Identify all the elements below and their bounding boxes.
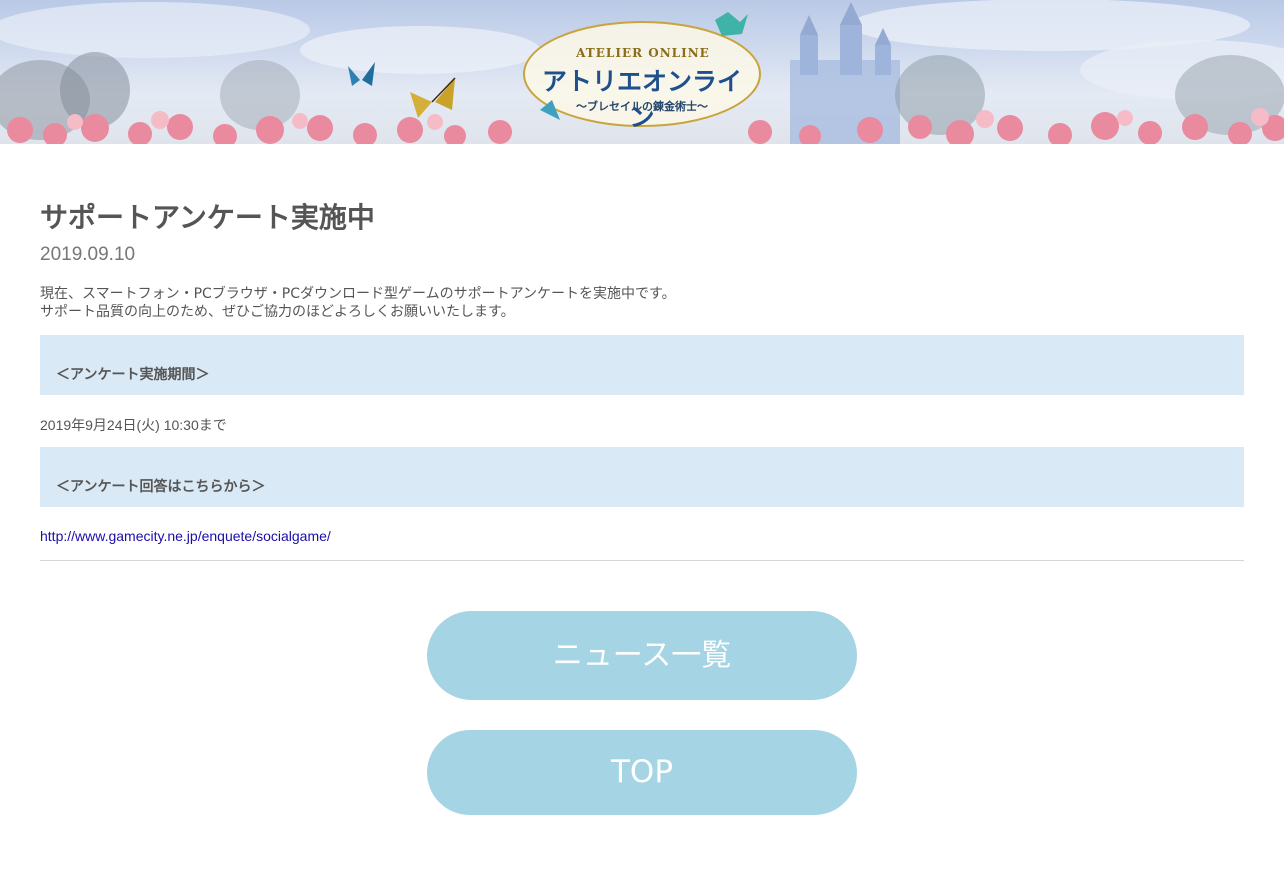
period-heading-box: ＜アンケート実施期間＞ — [40, 335, 1244, 395]
top-button[interactable]: TOP — [427, 730, 857, 815]
enquete-link[interactable]: http://www.gamecity.ne.jp/enquete/social… — [40, 528, 331, 544]
article-intro: 現在、スマートフォン・PCブラウザ・PCダウンロード型ゲームのサポートアンケート… — [40, 285, 676, 321]
page-title: サポートアンケート実施中 — [40, 201, 375, 234]
logo-subtitle: ～ブレセイルの錬金術士～ — [576, 100, 708, 113]
header-banner: ATELIER ONLINE アトリエオンライン ～ブレセイルの錬金術士～ — [0, 0, 1284, 144]
content-divider — [40, 560, 1244, 561]
butterfly-yellow-icon — [410, 77, 456, 118]
answer-heading-box: ＜アンケート回答はこちらから＞ — [40, 447, 1244, 507]
logo-title-en: ATELIER ONLINE — [576, 46, 710, 60]
intro-line-1: 現在、スマートフォン・PCブラウザ・PCダウンロード型ゲームのサポートアンケート… — [40, 286, 676, 302]
news-list-button[interactable]: ニュース一覧 — [427, 611, 857, 700]
article-date: 2019.09.10 — [40, 244, 136, 265]
intro-line-2: サポート品質の向上のため、ぜひご協力のほどよろしくお願いいたします。 — [40, 304, 515, 320]
answer-heading: ＜アンケート回答はこちらから＞ — [56, 479, 266, 495]
period-heading: ＜アンケート実施期間＞ — [56, 367, 210, 383]
period-value: 2019年9月24日(火) 10:30まで — [40, 417, 227, 433]
